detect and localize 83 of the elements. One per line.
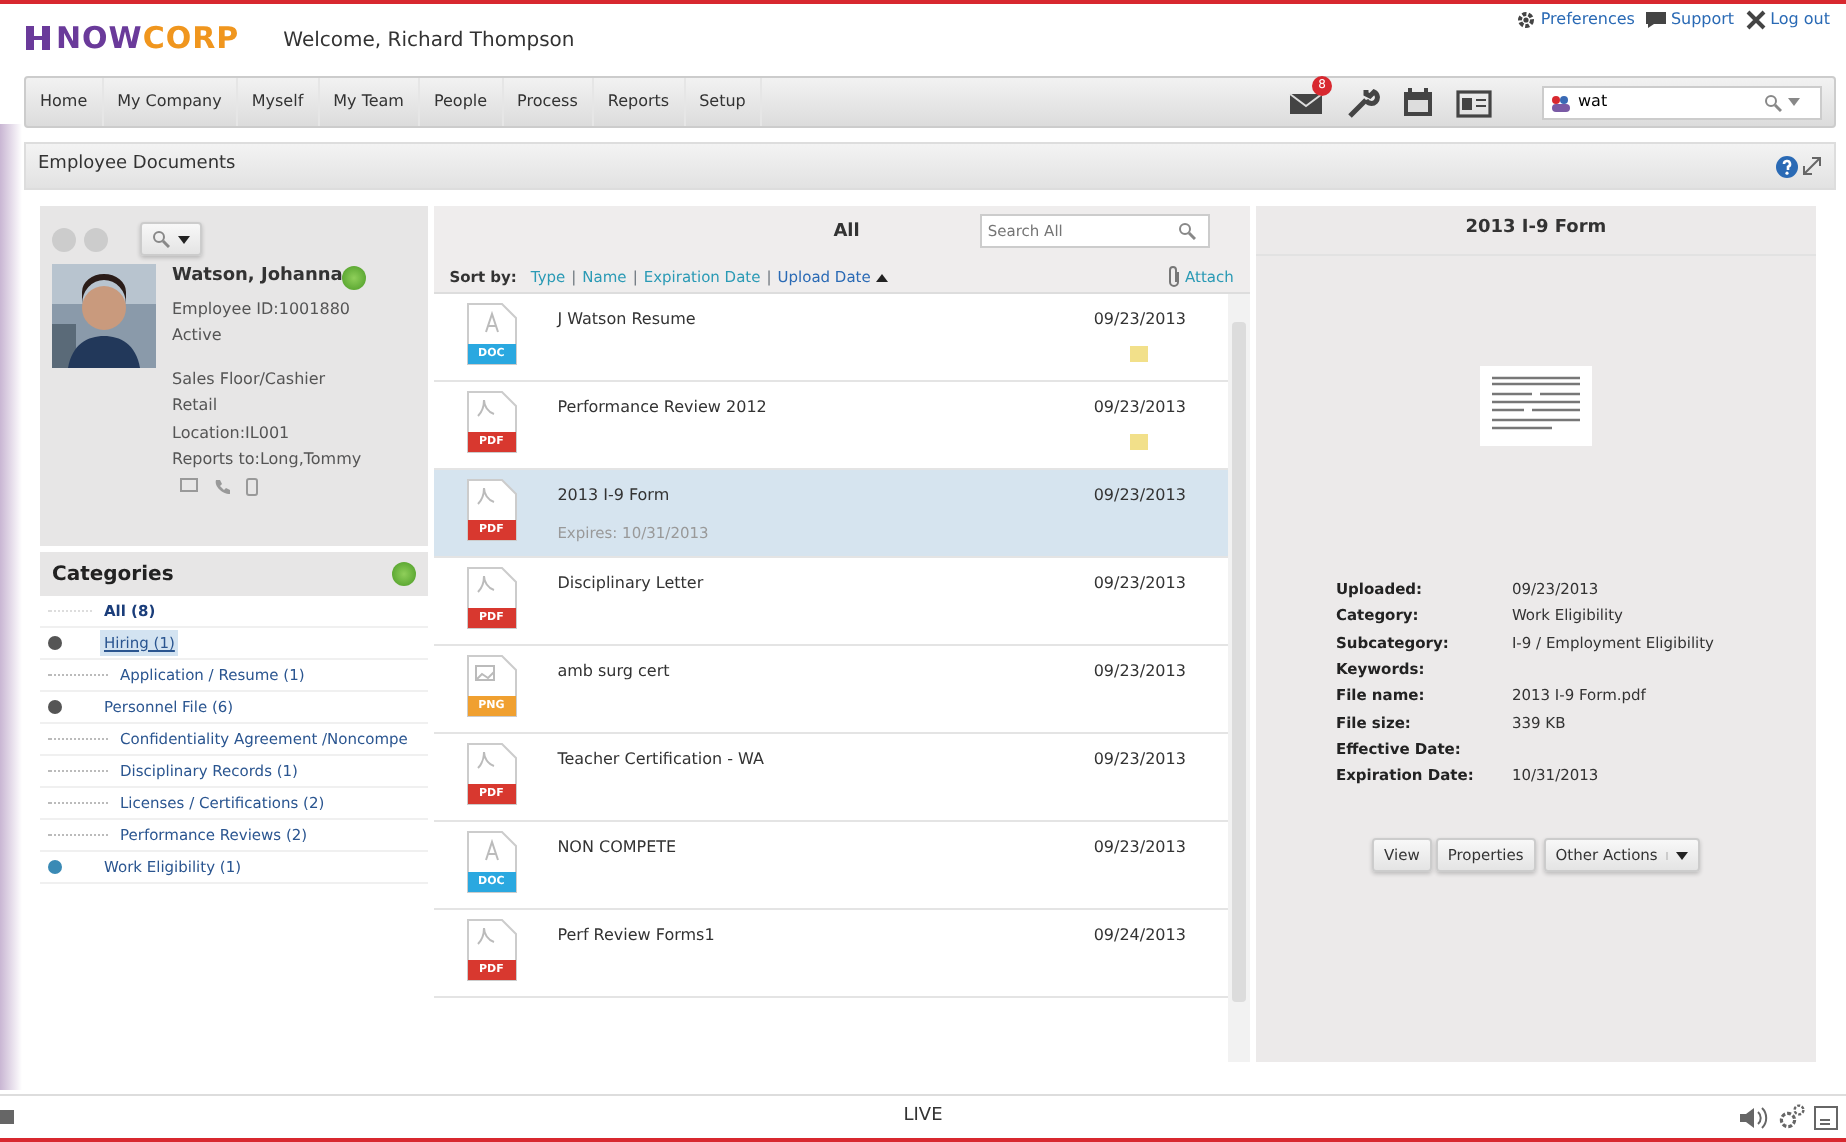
calendar-icon[interactable] (1400, 86, 1436, 118)
employee-detail: Reports to:Long,Tommy (172, 448, 364, 472)
id-card-icon[interactable] (1456, 86, 1492, 118)
search-menu-button[interactable] (140, 222, 202, 256)
employee-detail: Retail (172, 394, 220, 418)
scrollbar[interactable] (1227, 294, 1250, 1062)
document-date: 09/23/2013 (1093, 484, 1186, 508)
go-button[interactable] (391, 562, 416, 586)
expand-icon[interactable] (1802, 156, 1822, 176)
employee-name: Watson, Johanna (172, 264, 343, 290)
collapse-toggle[interactable] (48, 700, 62, 714)
top-link[interactable]: Support (1670, 8, 1735, 32)
file-icon (465, 302, 518, 366)
nav-link[interactable]: Reports (593, 78, 686, 126)
sort-arrow-icon (876, 273, 889, 281)
nav-link[interactable]: My Team (319, 78, 420, 126)
close-icon (1746, 10, 1767, 30)
top-link[interactable]: Log out (1770, 8, 1830, 32)
paperclip-icon (1165, 266, 1182, 288)
mobile-icon[interactable] (246, 477, 258, 495)
collapse-toggle[interactable] (48, 636, 62, 650)
document-date: 09/23/2013 (1093, 572, 1186, 596)
employee-id: Employee ID:1001880 (172, 297, 353, 322)
nav-link[interactable]: My Company (103, 78, 238, 126)
document-date: 09/24/2013 (1093, 924, 1186, 948)
volume-icon[interactable] (1738, 1105, 1770, 1129)
document-name: Performance Review 2012 (557, 396, 769, 420)
caret-icon (178, 235, 190, 243)
welcome-text: Welcome, Richard Thompson (283, 28, 575, 56)
document-date: 09/23/2013 (1093, 660, 1186, 684)
categories-title: Categories (52, 561, 174, 589)
file-icon (465, 390, 518, 454)
document-date: 09/23/2013 (1093, 396, 1186, 420)
document-thumbnail (1479, 366, 1592, 446)
go-button[interactable] (342, 265, 367, 290)
document-name: Teacher Certification - WA (557, 748, 766, 772)
fullscreen-icon[interactable] (1814, 1105, 1838, 1129)
search-icon (152, 230, 170, 248)
list-title: All (833, 220, 860, 247)
document-name: NON COMPETE (557, 836, 679, 860)
document-name: Disciplinary Letter (557, 572, 706, 596)
gear-icon (1516, 10, 1537, 30)
search-icon[interactable] (1764, 93, 1782, 111)
logo-icon (24, 24, 52, 52)
nav-link[interactable]: Process (503, 78, 594, 126)
top-link[interactable]: Preferences (1540, 8, 1635, 32)
email-icon[interactable] (180, 477, 198, 491)
file-icon (465, 918, 518, 982)
employee-detail: Location:IL001 (172, 421, 292, 445)
chat-icon (1646, 10, 1667, 30)
live-status: LIVE (903, 1103, 943, 1130)
document-name: Perf Review Forms1 (557, 924, 717, 948)
file-icon (465, 830, 518, 894)
employee-detail: Sales Floor/Cashier (172, 367, 328, 391)
logo-text: NOW (56, 17, 143, 60)
nav-link[interactable]: Myself (237, 78, 320, 126)
file-icon (465, 742, 518, 806)
document-date: 09/23/2013 (1093, 748, 1186, 772)
file-icon (465, 566, 518, 630)
document-name: amb surg cert (557, 660, 672, 684)
file-icon (465, 654, 518, 718)
file-icon (465, 478, 518, 542)
nav-link[interactable]: People (419, 78, 504, 126)
wrench-icon[interactable] (1344, 86, 1380, 118)
caret-icon[interactable] (1788, 98, 1800, 106)
document-date: 09/23/2013 (1093, 836, 1186, 860)
document-date: 09/23/2013 (1093, 308, 1186, 332)
nav-link[interactable]: Home (26, 78, 104, 126)
search-field[interactable]: wat (1542, 85, 1822, 119)
details-title: 2013 I-9 Form (1255, 206, 1816, 256)
help-icon[interactable] (1776, 155, 1798, 177)
people-icon (1550, 93, 1572, 111)
panel-title: Employee Documents (38, 152, 236, 179)
document-name: J Watson Resume (557, 308, 698, 332)
logo-text: CORP (142, 17, 240, 60)
search-input[interactable]: wat (1578, 90, 1758, 114)
phone-icon[interactable] (214, 477, 230, 493)
search-icon[interactable] (1177, 222, 1196, 240)
document-name: 2013 I-9 Form (557, 484, 672, 508)
nav-link[interactable]: Setup (685, 78, 762, 126)
employee-status: Active (172, 324, 224, 348)
settings-icon[interactable] (1778, 1104, 1806, 1130)
expand-toggle[interactable] (48, 860, 62, 874)
